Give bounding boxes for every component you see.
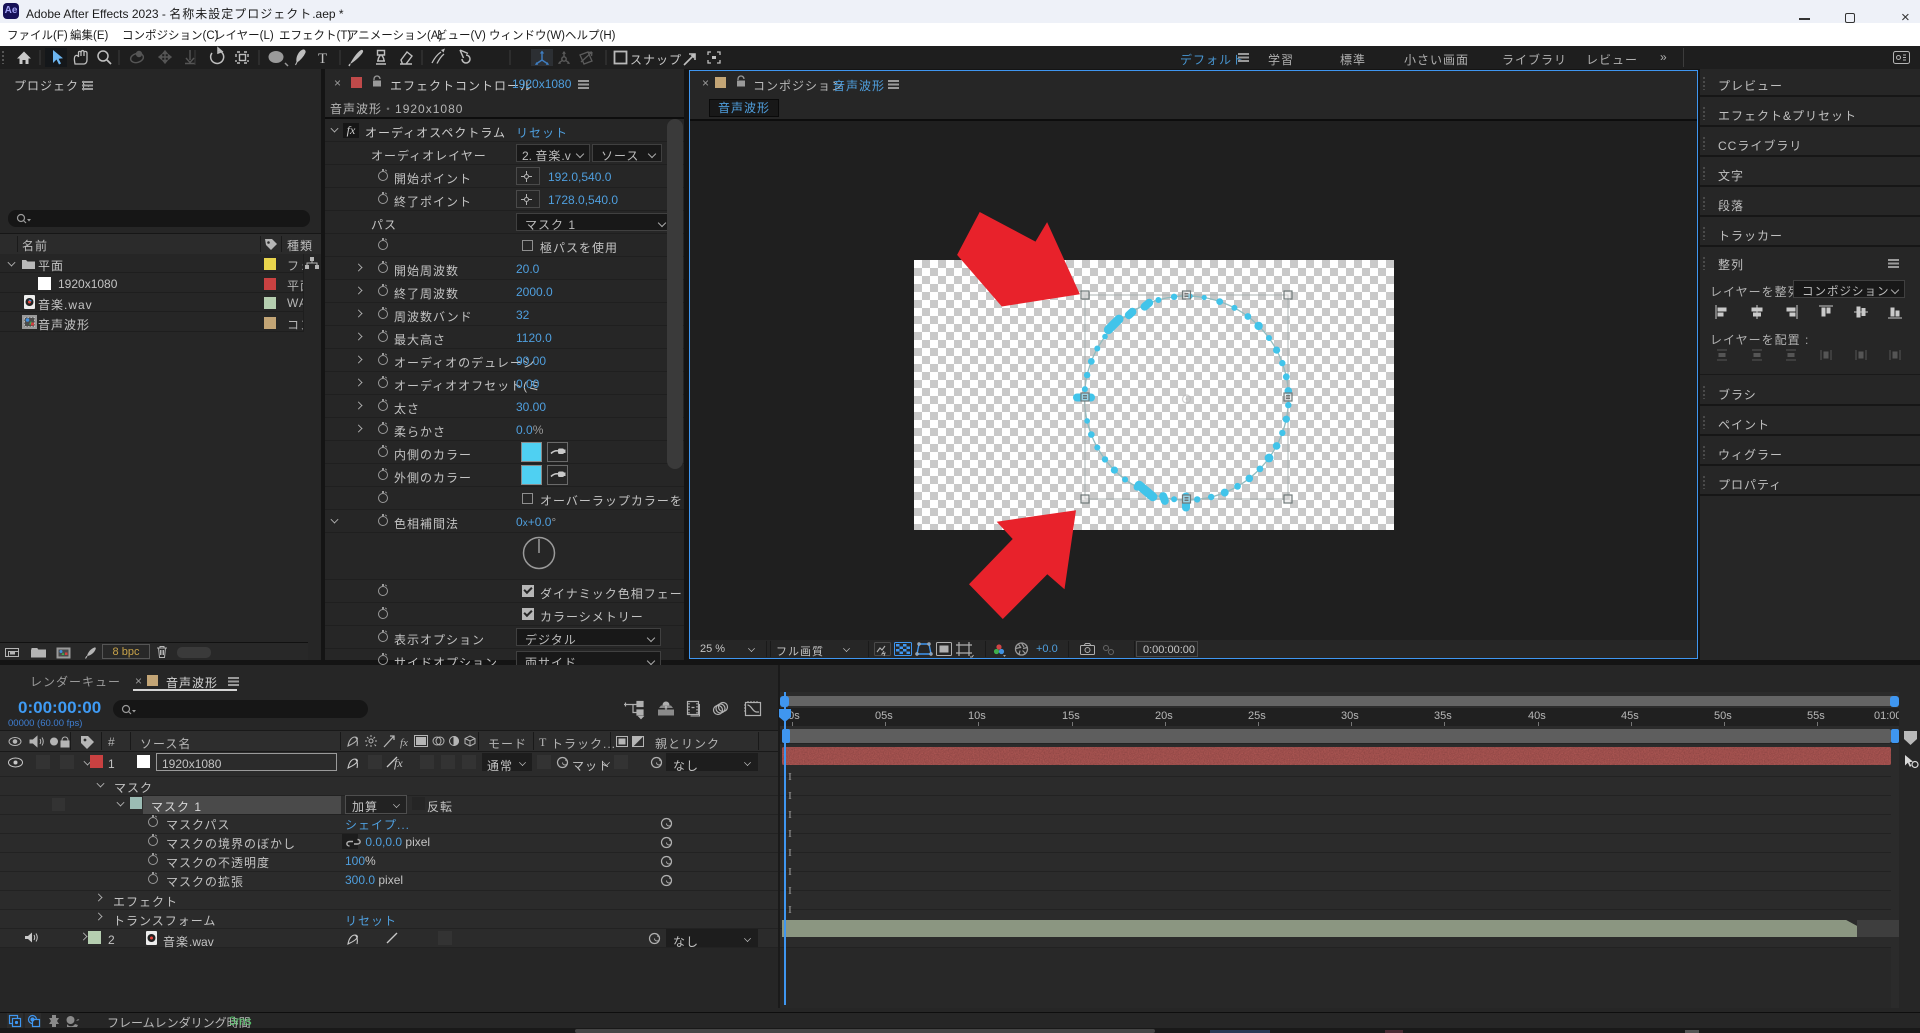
svg-text:fx: fx bbox=[400, 737, 408, 749]
svg-text:T: T bbox=[318, 51, 327, 67]
